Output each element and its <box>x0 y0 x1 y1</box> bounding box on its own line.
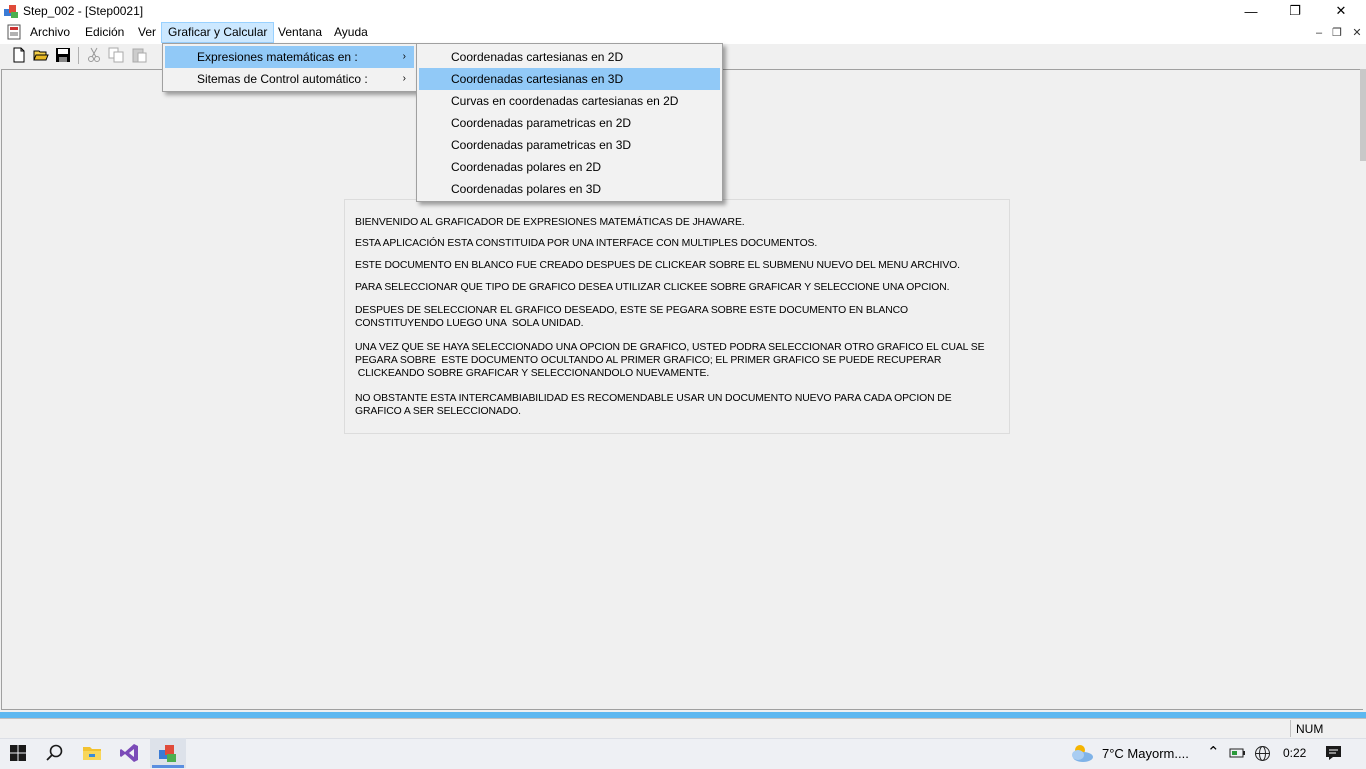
submenu-cartesianas-3d[interactable]: Coordenadas cartesianas en 3D <box>419 68 720 90</box>
close-button[interactable]: ✕ <box>1318 0 1364 22</box>
notifications-icon[interactable] <box>1325 745 1342 761</box>
status-separator <box>1290 720 1291 737</box>
vertical-scrollbar[interactable] <box>1360 69 1366 161</box>
visual-studio-icon[interactable] <box>117 741 141 765</box>
info-line: BIENVENIDO AL GRAFICADOR DE EXPRESIONES … <box>355 217 745 228</box>
cut-icon[interactable] <box>86 47 102 63</box>
mdi-close-button[interactable]: ✕ <box>1348 25 1366 41</box>
expresiones-submenu: Coordenadas cartesianas en 2D Coordenada… <box>416 43 723 202</box>
submenu-polares-3d[interactable]: Coordenadas polares en 3D <box>419 178 720 200</box>
menu-archivo[interactable]: Archivo <box>24 22 76 43</box>
graficador-app-icon[interactable] <box>156 741 180 765</box>
info-line: UNA VEZ QUE SE HAYA SELECCIONADO UNA OPC… <box>355 342 985 353</box>
submenu-polares-2d[interactable]: Coordenadas polares en 2D <box>419 156 720 178</box>
chevron-up-icon[interactable]: ⌃ <box>1207 743 1220 761</box>
submenu-parametricas-2d[interactable]: Coordenadas parametricas en 2D <box>419 112 720 134</box>
file-explorer-icon[interactable] <box>80 741 104 765</box>
paste-icon[interactable] <box>131 47 147 63</box>
submenu-item-label: Coordenadas polares en 3D <box>451 182 602 196</box>
menu-graficar-calcular[interactable]: Graficar y Calcular <box>161 22 275 43</box>
graficar-dropdown-menu: Expresiones matemáticas en : › Sitemas d… <box>162 43 417 92</box>
window-title: Step_002 - [Step0021] <box>23 4 144 18</box>
weather-text[interactable]: 7°C Mayorm.... <box>1102 746 1189 761</box>
mdi-restore-button[interactable]: ❐ <box>1328 25 1346 41</box>
info-line: NO OBSTANTE ESTA INTERCAMBIABILIDAD ES R… <box>355 393 952 404</box>
submenu-item-label: Coordenadas cartesianas en 3D <box>451 72 624 86</box>
submenu-item-label: Coordenadas cartesianas en 2D <box>451 50 624 64</box>
menu-item-label: Expresiones matemáticas en : <box>197 50 358 64</box>
info-line: PARA SELECCIONAR QUE TIPO DE GRAFICO DES… <box>355 282 950 293</box>
submenu-cartesianas-2d[interactable]: Coordenadas cartesianas en 2D <box>419 46 720 68</box>
chevron-right-icon: › <box>402 73 406 84</box>
info-line: CLICKEANDO SOBRE GRAFICAR Y SELECCIONAND… <box>355 368 710 379</box>
document-icon[interactable] <box>6 24 22 40</box>
maximize-button[interactable]: ❐ <box>1272 0 1318 22</box>
menu-item-label: Sitemas de Control automático : <box>197 72 368 86</box>
status-bar <box>0 718 1366 739</box>
submenu-curvas-cartesianas-2d[interactable]: Curvas en coordenadas cartesianas en 2D <box>419 90 720 112</box>
submenu-item-label: Curvas en coordenadas cartesianas en 2D <box>451 94 679 108</box>
info-line: PEGARA SOBRE ESTE DOCUMENTO OCULTANDO AL… <box>355 355 942 366</box>
app-icon <box>4 5 18 18</box>
info-line: ESTE DOCUMENTO EN BLANCO FUE CREADO DESP… <box>355 260 960 271</box>
submenu-parametricas-3d[interactable]: Coordenadas parametricas en 3D <box>419 134 720 156</box>
minimize-button[interactable]: — <box>1228 0 1274 22</box>
submenu-item-label: Coordenadas parametricas en 3D <box>451 138 632 152</box>
new-file-icon[interactable] <box>11 47 27 63</box>
mdi-minimize-button[interactable]: – <box>1310 25 1328 41</box>
menu-ayuda[interactable]: Ayuda <box>328 22 374 43</box>
title-bar <box>0 0 1366 22</box>
clock-time[interactable]: 0:22 <box>1283 746 1306 760</box>
windows-start-icon[interactable] <box>6 741 30 765</box>
num-lock-indicator: NUM <box>1296 722 1324 736</box>
save-icon[interactable] <box>55 47 71 63</box>
info-line: ESTA APLICACIÓN ESTA CONSTITUIDA POR UNA… <box>355 238 818 249</box>
info-line: GRAFICO A SER SELECCIONADO. <box>355 406 521 417</box>
search-icon[interactable] <box>43 741 67 765</box>
welcome-info-panel: BIENVENIDO AL GRAFICADOR DE EXPRESIONES … <box>344 199 1010 434</box>
toolbar-separator <box>78 47 79 64</box>
open-folder-icon[interactable] <box>33 47 49 63</box>
chevron-right-icon: › <box>402 51 406 62</box>
menu-ver[interactable]: Ver <box>132 22 162 43</box>
menu-item-expresiones-matematicas[interactable]: Expresiones matemáticas en : › <box>165 46 414 68</box>
submenu-item-label: Coordenadas parametricas en 2D <box>451 116 632 130</box>
info-line: DESPUES DE SELECCIONAR EL GRAFICO DESEAD… <box>355 305 909 316</box>
battery-network-icon[interactable] <box>1229 745 1247 761</box>
globe-icon[interactable] <box>1254 745 1271 762</box>
menu-item-sistemas-control[interactable]: Sitemas de Control automático : › <box>165 68 414 90</box>
copy-icon[interactable] <box>108 47 124 63</box>
submenu-item-label: Coordenadas polares en 2D <box>451 160 602 174</box>
weather-icon[interactable] <box>1068 742 1096 764</box>
menu-edicion[interactable]: Edición <box>79 22 130 43</box>
menu-ventana[interactable]: Ventana <box>272 22 328 43</box>
info-line: CONSTITUYENDO LUEGO UNA SOLA UNIDAD. <box>355 318 584 329</box>
